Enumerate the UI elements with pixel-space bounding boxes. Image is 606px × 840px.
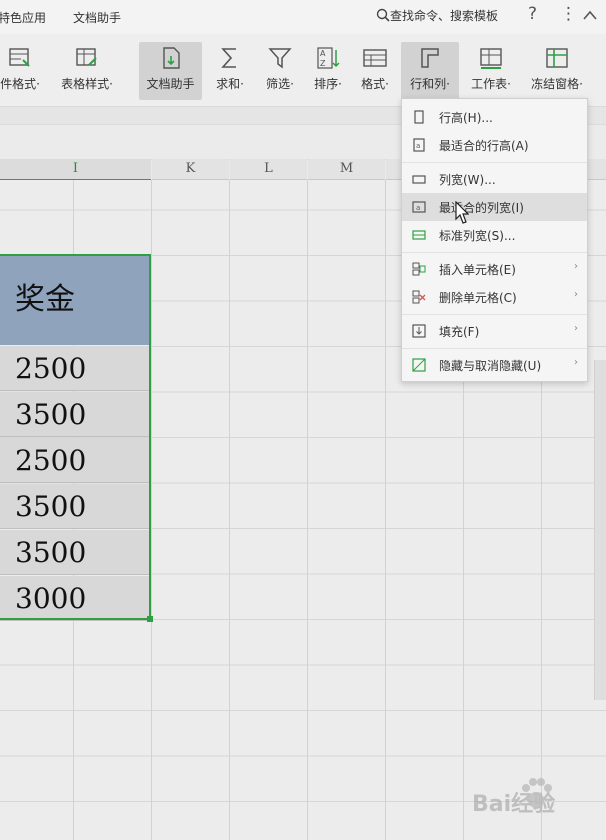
- question-icon[interactable]: ?: [528, 4, 537, 24]
- column-header-i[interactable]: I: [0, 159, 151, 181]
- title-bar: 特色应用 文档助手 查找命令、搜索模板 ? ⋮: [0, 0, 606, 34]
- menu-item-best-fit-row[interactable]: a 最适合的行高(A): [402, 131, 587, 159]
- row-height-icon: [414, 110, 424, 124]
- chevron-up-icon[interactable]: [582, 9, 598, 21]
- column-width-icon: [412, 175, 426, 184]
- sum-label: 求和·: [216, 77, 244, 91]
- freeze-panes-label: 冻结窗格·: [531, 77, 583, 91]
- sort-label: 排序·: [314, 77, 342, 91]
- standard-width-icon: [412, 230, 426, 240]
- menu-item-best-fit-column[interactable]: a 最适合的列宽(I): [402, 193, 587, 221]
- column-header-l[interactable]: L: [230, 159, 307, 180]
- search-icon: [376, 8, 390, 22]
- table-cell[interactable]: 2500: [0, 438, 151, 483]
- svg-text:A: A: [320, 49, 326, 58]
- vertical-scrollbar[interactable]: [594, 360, 606, 700]
- worksheet-icon: [480, 48, 502, 69]
- rows-columns-button[interactable]: 行和列·: [401, 42, 459, 100]
- delete-cell-icon: [412, 290, 426, 304]
- tab-special-apps[interactable]: 特色应用: [0, 9, 46, 26]
- menu-item-label: 行高(H)...: [439, 111, 493, 125]
- menu-item-delete-cell[interactable]: 删除单元格(C) ›: [402, 283, 587, 311]
- svg-text:a: a: [416, 142, 420, 150]
- tab-doc-assistant[interactable]: 文档助手: [73, 9, 121, 26]
- submenu-arrow-icon: ›: [574, 289, 578, 300]
- hide-unhide-icon: [412, 358, 426, 372]
- menu-separator: [402, 348, 587, 349]
- bonus-header-cell[interactable]: 奖金: [0, 254, 151, 345]
- submenu-arrow-icon: ›: [574, 357, 578, 368]
- insert-cell-icon: [412, 262, 426, 276]
- table-style-label: 表格样式·: [61, 77, 113, 91]
- menu-item-row-height[interactable]: 行高(H)...: [402, 103, 587, 131]
- menu-item-label: 列宽(W)...: [439, 173, 496, 187]
- filter-funnel-icon: [268, 48, 292, 69]
- doc-assistant-button[interactable]: 文档助手: [139, 42, 202, 100]
- table-style-button[interactable]: 表格样式·: [54, 42, 120, 100]
- menu-item-label: 隐藏与取消隐藏(U): [439, 359, 542, 373]
- menu-item-label: 填充(F): [439, 325, 480, 339]
- menu-item-insert-cell[interactable]: 插入单元格(E) ›: [402, 255, 587, 283]
- conditional-format-button[interactable]: 件格式·: [0, 42, 46, 100]
- doc-assistant-icon: [162, 47, 180, 69]
- best-fit-column-icon: a: [412, 201, 426, 213]
- menu-separator: [402, 314, 587, 315]
- format-icon: [363, 49, 387, 67]
- vertical-ellipsis-icon[interactable]: ⋮: [560, 4, 577, 24]
- table-cell[interactable]: 2500: [0, 346, 151, 391]
- svg-text:Z: Z: [320, 59, 326, 68]
- table-cell[interactable]: 3500: [0, 484, 151, 529]
- menu-item-label: 删除单元格(C): [439, 291, 517, 305]
- conditional-format-icon: [9, 48, 30, 67]
- command-search[interactable]: 查找命令、搜索模板: [376, 7, 498, 24]
- submenu-arrow-icon: ›: [574, 323, 578, 334]
- format-button[interactable]: 格式·: [353, 42, 397, 100]
- fill-icon: [412, 324, 426, 338]
- menu-item-label: 插入单元格(E): [439, 263, 516, 277]
- fill-handle[interactable]: [147, 616, 153, 622]
- filter-label: 筛选·: [266, 77, 294, 91]
- column-header-m[interactable]: M: [308, 159, 385, 180]
- rows-columns-menu: 行高(H)... a 最适合的行高(A) 列宽(W)... a 最适合的列宽(I…: [401, 98, 588, 382]
- menu-item-standard-width[interactable]: 标准列宽(S)...: [402, 221, 587, 249]
- menu-item-column-width[interactable]: 列宽(W)...: [402, 165, 587, 193]
- freeze-panes-icon: [546, 48, 568, 68]
- best-fit-row-icon: a: [413, 138, 425, 152]
- baidu-jingyan-watermark: Bai经验: [472, 774, 602, 824]
- worksheet-button[interactable]: 工作表·: [463, 42, 519, 100]
- menu-separator: [402, 162, 587, 163]
- menu-item-fill[interactable]: 填充(F) ›: [402, 317, 587, 345]
- menu-item-label: 最适合的列宽(I): [439, 201, 524, 215]
- search-label: 查找命令、搜索模板: [390, 9, 499, 23]
- menu-item-hide-unhide[interactable]: 隐藏与取消隐藏(U) ›: [402, 351, 587, 379]
- table-style-icon: [76, 48, 97, 66]
- menu-separator: [402, 252, 587, 253]
- menu-item-label: 标准列宽(S)...: [439, 229, 516, 243]
- doc-assistant-label: 文档助手: [146, 77, 195, 91]
- sort-button[interactable]: AZ 排序·: [307, 42, 349, 100]
- sigma-icon: [221, 48, 236, 68]
- filter-button[interactable]: 筛选·: [257, 42, 303, 100]
- submenu-arrow-icon: ›: [574, 261, 578, 272]
- mouse-cursor-icon: [455, 201, 469, 224]
- table-cell[interactable]: 3000: [0, 576, 151, 621]
- freeze-panes-button[interactable]: 冻结窗格·: [524, 42, 590, 100]
- watermark-text: Bai经验: [472, 792, 556, 817]
- worksheet-label: 工作表·: [471, 77, 511, 91]
- sum-button[interactable]: 求和·: [208, 42, 252, 100]
- table-cell[interactable]: 3500: [0, 530, 151, 575]
- column-header-k[interactable]: K: [152, 159, 229, 180]
- rows-columns-icon: [421, 48, 439, 68]
- ribbon-toolbar: 件格式· 表格样式· 文档助手 求和· 筛选· AZ 排序· 格式· 行和列· …: [0, 34, 606, 106]
- table-cell[interactable]: 3500: [0, 392, 151, 437]
- rows-columns-label: 行和列·: [410, 77, 450, 91]
- sort-az-icon: AZ: [317, 47, 340, 69]
- conditional-format-label: 件格式·: [0, 77, 40, 91]
- menu-item-label: 最适合的行高(A): [439, 139, 529, 153]
- format-label: 格式·: [361, 77, 389, 91]
- svg-text:a: a: [416, 204, 420, 212]
